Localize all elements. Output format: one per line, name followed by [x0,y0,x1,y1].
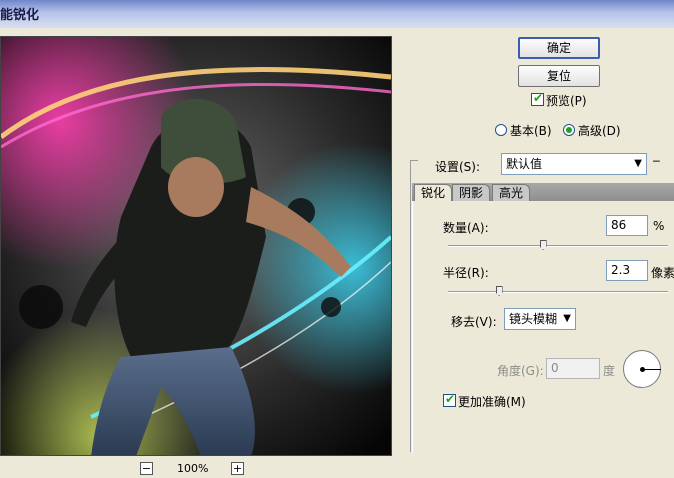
remove-label: 移去(V): [451,315,497,329]
settings-frame-top [410,160,418,161]
window-title: 能锐化 [0,8,40,23]
zoom-level: 100% [177,462,209,475]
dancer-artwork [1,37,391,455]
angle-input[interactable]: 0 [546,358,600,379]
basic-radio[interactable] [495,124,507,136]
reset-button[interactable]: 复位 [518,65,600,87]
tab-highlight[interactable]: 高光 [492,184,531,201]
settings-frame-left [410,160,411,452]
ok-button[interactable]: 确定 [518,37,600,59]
tab-sharpen[interactable]: 锐化 [414,184,453,201]
radio-dot [566,127,572,133]
preview-image[interactable] [0,36,392,456]
advanced-label: 高级(D) [578,124,621,138]
more-accurate-checkbox[interactable]: ✔ [443,392,456,407]
amount-slider-track[interactable] [448,245,668,247]
angle-unit: 度 [603,364,616,378]
tab-shadow[interactable]: 阴影 [452,184,491,201]
remove-value: 镜头模糊 [509,312,558,326]
basic-label: 基本(B) [510,124,552,138]
save-settings-icon[interactable]: ─ [653,155,660,168]
zoom-in-button[interactable]: + [231,462,244,475]
chevron-down-icon: ▼ [563,313,571,324]
radius-unit: 像素 [651,266,674,280]
advanced-radio[interactable] [563,124,575,136]
zoom-out-button[interactable]: − [140,462,153,475]
angle-needle [643,369,661,370]
zoom-bar: − 100% + [0,458,392,478]
angle-dial[interactable] [623,350,661,388]
angle-center [640,367,645,372]
more-accurate-label: 更加准确(M) [458,395,526,409]
amount-unit: % [653,219,665,233]
angle-label: 角度(G): [497,364,544,378]
radius-input[interactable]: 2.3 [606,260,648,281]
chevron-down-icon: ▼ [634,158,642,169]
check-icon: ✔ [533,91,544,105]
radius-slider-track[interactable] [448,291,668,293]
settings-label: 设置(S): [435,160,481,174]
settings-select[interactable]: 默认值 ▼ [501,153,647,175]
preview-label: 预览(P) [546,94,587,108]
settings-value: 默认值 [506,157,543,171]
title-bar: 能锐化 [0,0,674,28]
amount-input[interactable]: 86 [606,215,648,236]
amount-label: 数量(A): [443,221,489,235]
remove-select[interactable]: 镜头模糊 ▼ [504,308,576,330]
check-icon: ✔ [445,392,456,406]
radius-label: 半径(R): [443,266,489,280]
preview-checkbox[interactable]: ✔ [531,91,544,106]
